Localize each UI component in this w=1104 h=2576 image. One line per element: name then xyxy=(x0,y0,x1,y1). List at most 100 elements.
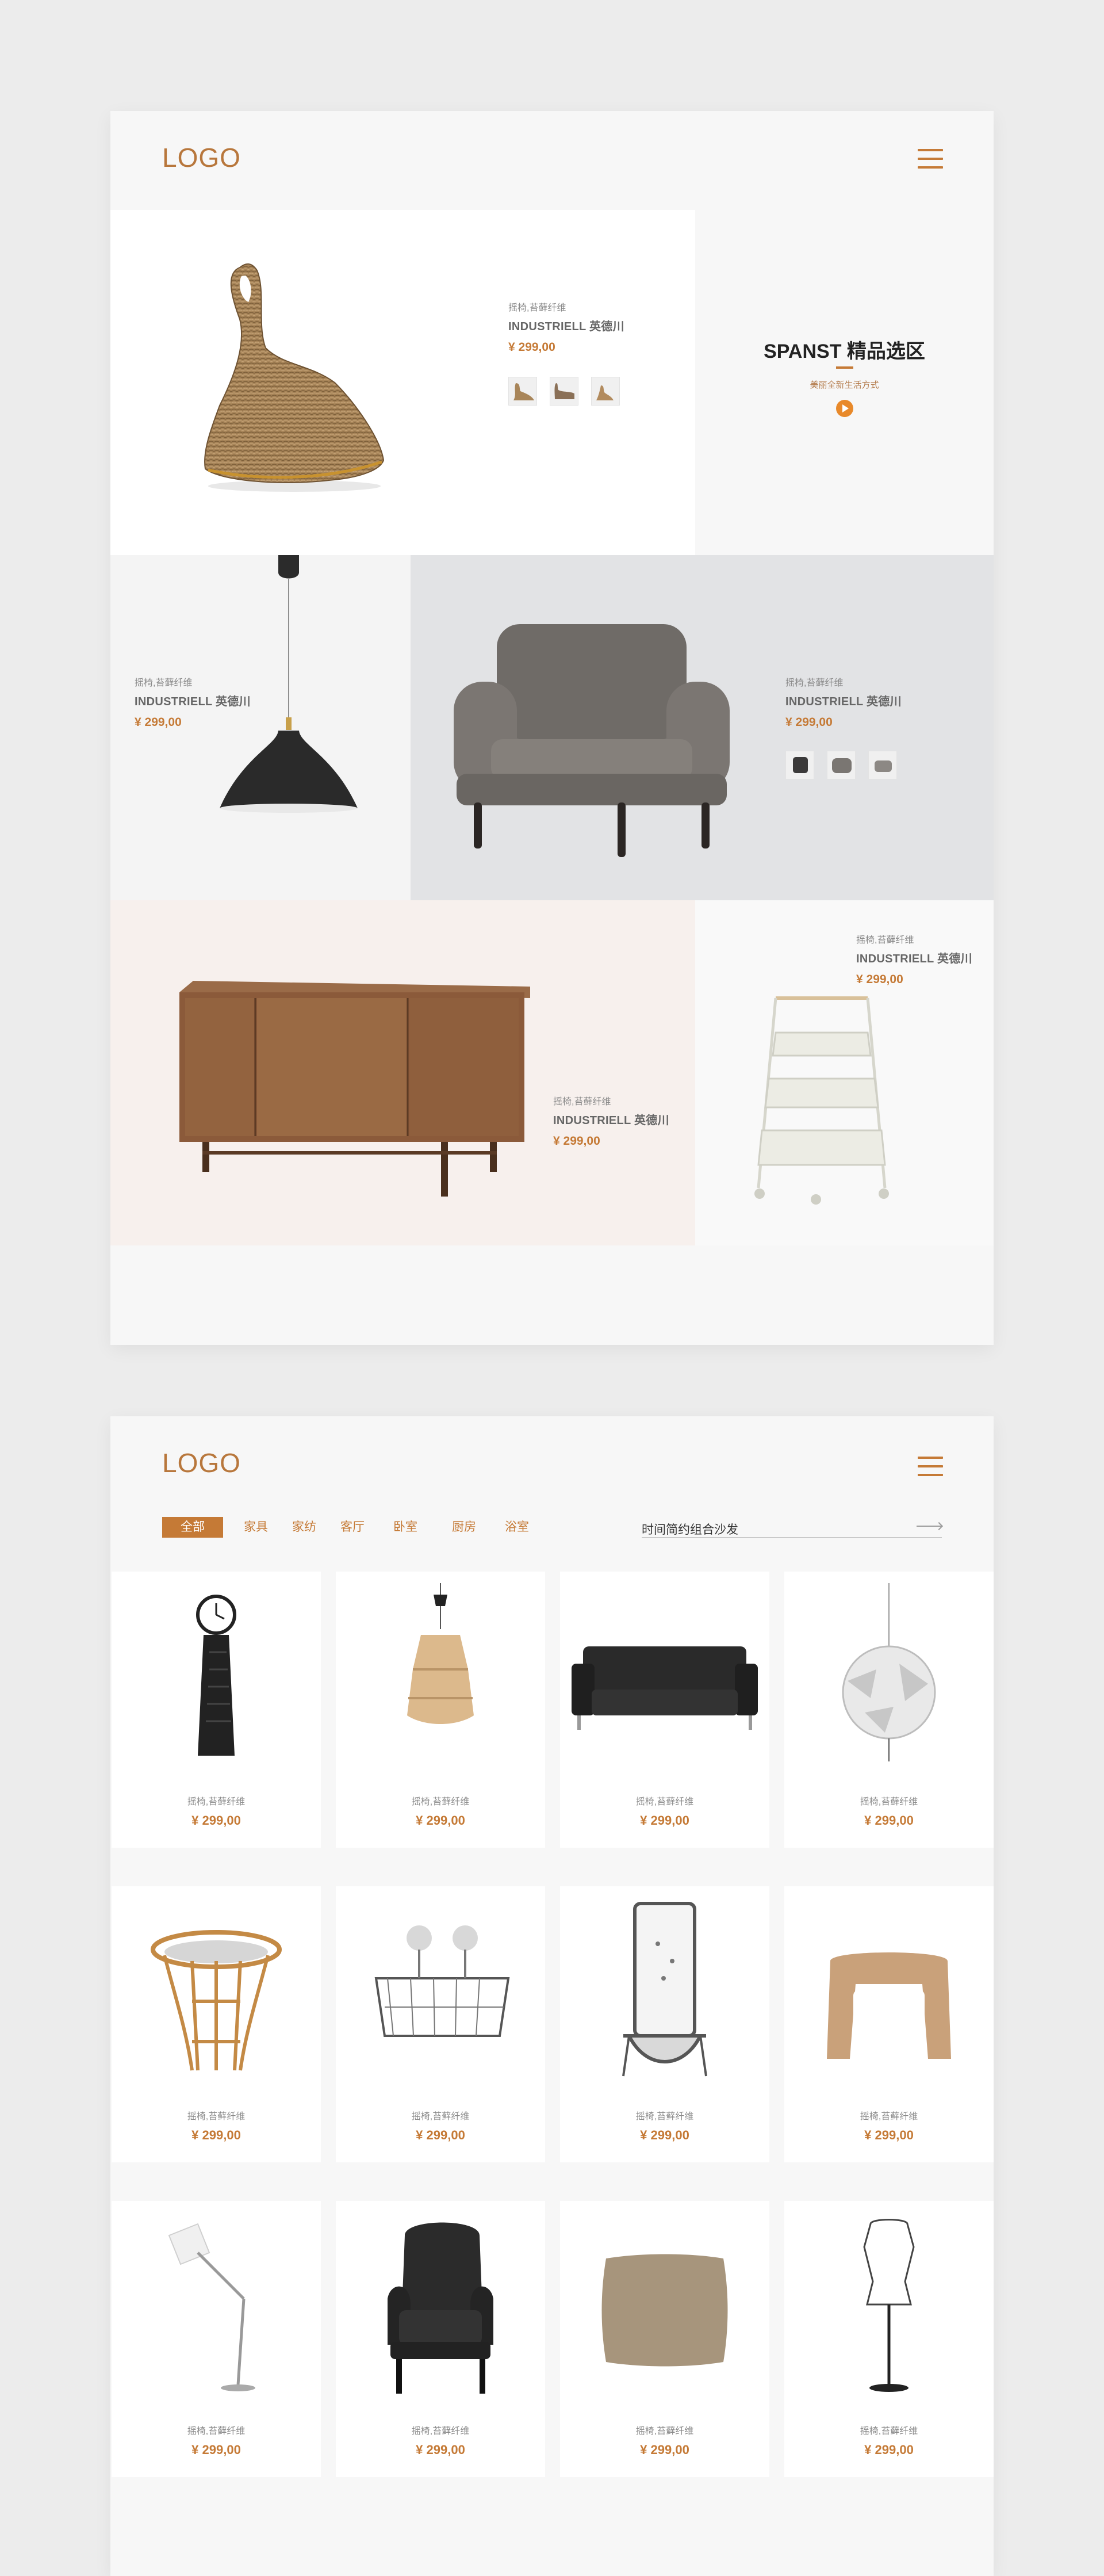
product-price: ¥ 299,00 xyxy=(191,1813,241,1828)
product-card[interactable]: 摇椅,苔藓纤维 ¥ 299,00 xyxy=(784,2201,994,2477)
floor-lamp-icon xyxy=(168,2223,255,2391)
category-tabs: 全部 家具 家纺 客厅 卧室 厨房 浴室 xyxy=(162,1517,550,1538)
product-price: ¥ 299,00 xyxy=(416,2443,465,2457)
product-subtitle: 摇椅,苔藓纤维 xyxy=(411,2426,470,2436)
tab-living-room[interactable]: 客厅 xyxy=(340,1517,365,1538)
rattan-side-table-icon xyxy=(151,1930,282,2071)
sideboard-product-info: 摇椅,苔藓纤维 INDUSTRIELL 英德川 ¥ 299,00 xyxy=(553,1094,669,1148)
product-subtitle: 摇椅,苔藓纤维 xyxy=(553,1097,611,1107)
lamp-product-tile[interactable]: 摇椅,苔藓纤维 INDUSTRIELL 英德川 ¥ 299,00 xyxy=(110,555,411,900)
grandfather-clock-icon xyxy=(196,1595,236,1756)
trolley-product-info: 摇椅,苔藓纤维 INDUSTRIELL 英德川 ¥ 299,00 xyxy=(856,932,972,987)
product-price: ¥ 299,00 xyxy=(640,1813,689,1828)
product-price: ¥ 299,00 xyxy=(864,1813,914,1828)
tab-furniture[interactable]: 家具 xyxy=(244,1517,268,1538)
product-name: INDUSTRIELL 英德川 xyxy=(553,1114,669,1127)
product-subtitle: 摇椅,苔藓纤维 xyxy=(187,1797,246,1807)
black-leather-sofa-icon xyxy=(572,1646,758,1730)
thumbnail-2[interactable] xyxy=(550,377,578,406)
hero-product-tile[interactable]: 摇椅,苔藓纤维 INDUSTRIELL 英德川 ¥ 299,00 xyxy=(110,210,695,555)
product-subtitle: 摇椅,苔藓纤维 xyxy=(785,678,844,688)
product-price: ¥ 299,00 xyxy=(640,2128,689,2142)
product-price: ¥ 299,00 xyxy=(416,2128,465,2142)
product-subtitle: 摇椅,苔藓纤维 xyxy=(187,2426,246,2436)
armchair-image xyxy=(454,624,730,857)
menu-icon[interactable] xyxy=(918,1457,943,1477)
menu-icon[interactable] xyxy=(918,149,943,170)
leather-wing-chair-icon xyxy=(388,2222,493,2394)
product-card[interactable]: 摇椅,苔藓纤维 ¥ 299,00 xyxy=(336,2201,545,2477)
product-card[interactable]: 摇椅,苔藓纤维 ¥ 299,00 xyxy=(560,1572,769,1848)
product-price: ¥ 299,00 xyxy=(191,2128,241,2142)
product-card[interactable]: 摇椅,苔藓纤维 ¥ 299,00 xyxy=(560,1886,769,2162)
product-subtitle: 摇椅,苔藓纤维 xyxy=(860,1797,918,1807)
product-price: ¥ 299,00 xyxy=(864,2443,914,2457)
play-icon[interactable] xyxy=(835,400,853,417)
tab-bathroom[interactable]: 浴室 xyxy=(505,1517,529,1538)
product-subtitle: 摇椅,苔藓纤维 xyxy=(856,935,914,945)
tab-kitchen[interactable]: 厨房 xyxy=(452,1517,476,1538)
wire-basket-shelf-icon xyxy=(374,1925,510,2037)
product-card[interactable]: 摇椅,苔藓纤维 ¥ 299,00 xyxy=(336,1572,545,1848)
thumbnail-1[interactable] xyxy=(785,751,814,779)
search-value: 时间简约组合沙发 xyxy=(642,1523,738,1537)
product-price: ¥ 299,00 xyxy=(864,2128,914,2142)
wicker-pendant-lamp-icon xyxy=(407,1583,474,1724)
product-subtitle: 摇椅,苔藓纤维 xyxy=(635,1797,694,1807)
product-name: INDUSTRIELL 英德川 xyxy=(508,320,624,333)
pendant-lamp-image xyxy=(220,555,358,813)
tab-all[interactable]: 全部 xyxy=(162,1517,223,1538)
thumbnail-3[interactable] xyxy=(868,751,897,779)
product-price: ¥ 299,00 xyxy=(785,716,833,729)
product-subtitle: 摇椅,苔藓纤维 xyxy=(411,1797,470,1807)
product-subtitle: 摇椅,苔藓纤维 xyxy=(635,2426,694,2436)
armchair-product-info: 摇椅,苔藓纤维 INDUSTRIELL 英德川 ¥ 299,00 xyxy=(785,675,902,729)
product-card[interactable]: 摇椅,苔藓纤维 ¥ 299,00 xyxy=(112,2201,321,2477)
feature-divider xyxy=(835,366,853,369)
product-card[interactable]: 摇椅,苔藓纤维 ¥ 299,00 xyxy=(112,1886,321,2162)
feature-subtitle: 美丽全新生活方式 xyxy=(810,380,879,390)
product-subtitle: 摇椅,苔藓纤维 xyxy=(411,2112,470,2122)
trolley-product-tile[interactable]: 摇椅,苔藓纤维 INDUSTRIELL 英德川 ¥ 299,00 xyxy=(695,900,994,1245)
mirror-coat-rack-icon xyxy=(622,1902,707,2077)
arrow-right-icon[interactable] xyxy=(917,1526,942,1527)
product-price: ¥ 299,00 xyxy=(640,2443,689,2457)
armchair-product-tile[interactable]: 摇椅,苔藓纤维 INDUSTRIELL 英德川 ¥ 299,00 xyxy=(411,555,994,900)
product-price: ¥ 299,00 xyxy=(508,341,555,354)
armchair-thumbnails xyxy=(785,751,897,779)
product-card[interactable]: 摇椅,苔藓纤维 ¥ 299,00 xyxy=(560,2201,769,2477)
thumbnail-1[interactable] xyxy=(508,377,537,406)
product-subtitle: 摇椅,苔藓纤维 xyxy=(860,2426,918,2436)
product-price: ¥ 299,00 xyxy=(416,1813,465,1828)
product-price: ¥ 299,00 xyxy=(553,1134,600,1148)
hero-thumbnails xyxy=(508,377,620,406)
product-price: ¥ 299,00 xyxy=(856,973,903,986)
tab-textiles[interactable]: 家纺 xyxy=(292,1517,316,1538)
homepage-card: LOGO 摇椅,苔藓纤维 INDUSTRIELL 英德川 ¥ 299,00 SP… xyxy=(110,111,994,1345)
trolley-image xyxy=(754,996,889,1205)
product-price: ¥ 299,00 xyxy=(191,2443,241,2457)
tab-bedroom[interactable]: 卧室 xyxy=(393,1517,417,1538)
product-subtitle: 摇椅,苔藓纤维 xyxy=(635,2112,694,2122)
thumbnail-3[interactable] xyxy=(591,377,620,406)
globe-pendant-lamp-icon xyxy=(842,1583,936,1761)
catalog-card: LOGO 全部 家具 家纺 客厅 卧室 厨房 浴室 时间简约组合沙发 摇椅,苔藓… xyxy=(110,1416,994,2576)
dress-form-stand-icon xyxy=(863,2219,915,2392)
product-name: INDUSTRIELL 英德川 xyxy=(785,695,902,708)
search-input[interactable]: 时间简约组合沙发 xyxy=(642,1517,942,1538)
feature-block: SPANST 精品选区 美丽全新生活方式 xyxy=(695,210,994,555)
cushion-icon xyxy=(601,2254,728,2367)
product-card[interactable]: 摇椅,苔藓纤维 ¥ 299,00 xyxy=(336,1886,545,2162)
feature-title: SPANST 精品选区 xyxy=(764,341,925,362)
product-card[interactable]: 摇椅,苔藓纤维 ¥ 299,00 xyxy=(784,1886,994,2162)
product-name: INDUSTRIELL 英德川 xyxy=(856,953,972,965)
product-card[interactable]: 摇椅,苔藓纤维 ¥ 299,00 xyxy=(784,1572,994,1848)
sideboard-product-tile[interactable]: 摇椅,苔藓纤维 INDUSTRIELL 英德川 ¥ 299,00 xyxy=(110,900,695,1245)
product-subtitle: 摇椅,苔藓纤维 xyxy=(187,2112,246,2122)
logo[interactable]: LOGO xyxy=(162,1447,241,1478)
thumbnail-2[interactable] xyxy=(827,751,856,779)
logo[interactable]: LOGO xyxy=(162,142,241,173)
product-card[interactable]: 摇椅,苔藓纤维 ¥ 299,00 xyxy=(112,1572,321,1848)
rocking-chair-image xyxy=(204,263,385,492)
product-subtitle: 摇椅,苔藓纤维 xyxy=(860,2112,918,2122)
